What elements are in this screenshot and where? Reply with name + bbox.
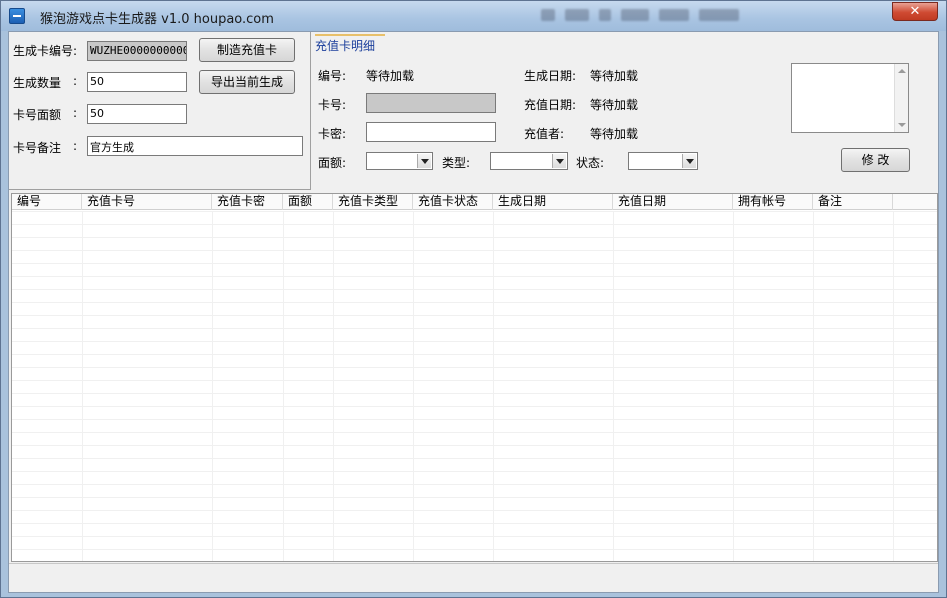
column-header-card-status[interactable]: 充值卡状态 (413, 194, 493, 210)
created-date-value: 等待加载 (590, 69, 639, 83)
quantity-label: 生成数量 (13, 76, 62, 90)
chevron-down-icon[interactable] (552, 154, 566, 168)
client-area: 生成卡编号: WUZHE0000000000 生成数量 : 50 卡号面额 : … (8, 31, 939, 593)
detail-password-label: 卡密: (318, 127, 347, 141)
status-label: 状态: (576, 156, 605, 170)
table-body[interactable] (12, 211, 937, 561)
quantity-colon: : (73, 74, 78, 88)
export-button[interactable]: 导出当前生成 (199, 70, 295, 94)
chevron-down-icon[interactable] (682, 154, 696, 168)
card-number-label: 生成卡编号: (13, 44, 78, 58)
type-label: 类型: (442, 156, 471, 170)
column-divider (733, 211, 734, 561)
memo-scrollbar[interactable] (894, 64, 908, 132)
make-card-button[interactable]: 制造充值卡 (199, 38, 295, 62)
column-header-remark[interactable]: 备注 (813, 194, 893, 210)
recharger-value: 等待加载 (590, 127, 639, 141)
remark-label: 卡号备注 (13, 141, 62, 155)
card-table[interactable]: 编号 充值卡号 充值卡密 面额 充值卡类型 充值卡状态 生成日期 充值日期 拥有… (11, 193, 938, 562)
denomination-colon: : (73, 106, 78, 120)
column-divider (82, 211, 83, 561)
recharger-label: 充值者: (524, 127, 565, 141)
column-divider (283, 211, 284, 561)
denomination-label: 卡号面额 (13, 108, 62, 122)
column-divider (493, 211, 494, 561)
blurred-taskbar-region (541, 9, 841, 25)
card-number-field[interactable]: WUZHE0000000000 (87, 41, 187, 61)
app-window: 猴泡游戏点卡生成器 v1.0 houpao.com ✕ 生成卡编号: WUZHE… (0, 0, 947, 598)
face-value-label: 面额: (318, 156, 347, 170)
memo-textarea[interactable] (791, 63, 909, 133)
status-select[interactable] (628, 152, 698, 170)
denomination-input[interactable]: 50 (87, 104, 187, 124)
column-header-id[interactable]: 编号 (12, 194, 82, 210)
column-header-face-value[interactable]: 面额 (283, 194, 333, 210)
column-header-recharge-date[interactable]: 充值日期 (613, 194, 733, 210)
generate-panel: 生成卡编号: WUZHE0000000000 生成数量 : 50 卡号面额 : … (9, 32, 311, 190)
column-divider (333, 211, 334, 561)
detail-no-label: 编号: (318, 69, 347, 83)
type-select[interactable] (490, 152, 568, 170)
remark-colon: : (73, 139, 78, 153)
tab-card-detail[interactable]: 充值卡明细 (315, 34, 385, 54)
recharge-date-value: 等待加载 (590, 98, 639, 112)
created-date-label: 生成日期: (524, 69, 577, 83)
column-divider (613, 211, 614, 561)
column-divider (413, 211, 414, 561)
column-header-created-date[interactable]: 生成日期 (493, 194, 613, 210)
detail-card-label: 卡号: (318, 98, 347, 112)
remark-input[interactable]: 官方生成 (87, 136, 303, 156)
column-header-card-type[interactable]: 充值卡类型 (333, 194, 413, 210)
column-header-card-password[interactable]: 充值卡密 (212, 194, 283, 210)
title-bar[interactable]: 猴泡游戏点卡生成器 v1.0 houpao.com ✕ (1, 1, 946, 31)
column-divider (813, 211, 814, 561)
chevron-down-icon[interactable] (417, 154, 431, 168)
detail-panel: 充值卡明细 编号: 等待加载 生成日期: 等待加载 卡号: 充值日期: 等待加载… (311, 32, 938, 190)
column-divider (893, 211, 894, 561)
column-divider (212, 211, 213, 561)
detail-card-field[interactable] (366, 93, 496, 113)
face-value-select[interactable] (366, 152, 433, 170)
detail-password-field[interactable] (366, 122, 496, 142)
column-header-card-no[interactable]: 充值卡号 (82, 194, 212, 210)
column-header-owner-account[interactable]: 拥有帐号 (733, 194, 813, 210)
window-title: 猴泡游戏点卡生成器 v1.0 houpao.com (40, 12, 274, 27)
app-icon (9, 8, 25, 24)
status-bar (9, 563, 938, 592)
close-button[interactable]: ✕ (892, 2, 938, 21)
scroll-down-icon[interactable] (898, 123, 906, 127)
scroll-up-icon[interactable] (898, 69, 906, 73)
detail-no-value: 等待加载 (366, 69, 415, 83)
modify-button[interactable]: 修 改 (841, 148, 910, 172)
table-header: 编号 充值卡号 充值卡密 面额 充值卡类型 充值卡状态 生成日期 充值日期 拥有… (12, 194, 937, 210)
quantity-input[interactable]: 50 (87, 72, 187, 92)
recharge-date-label: 充值日期: (524, 98, 577, 112)
